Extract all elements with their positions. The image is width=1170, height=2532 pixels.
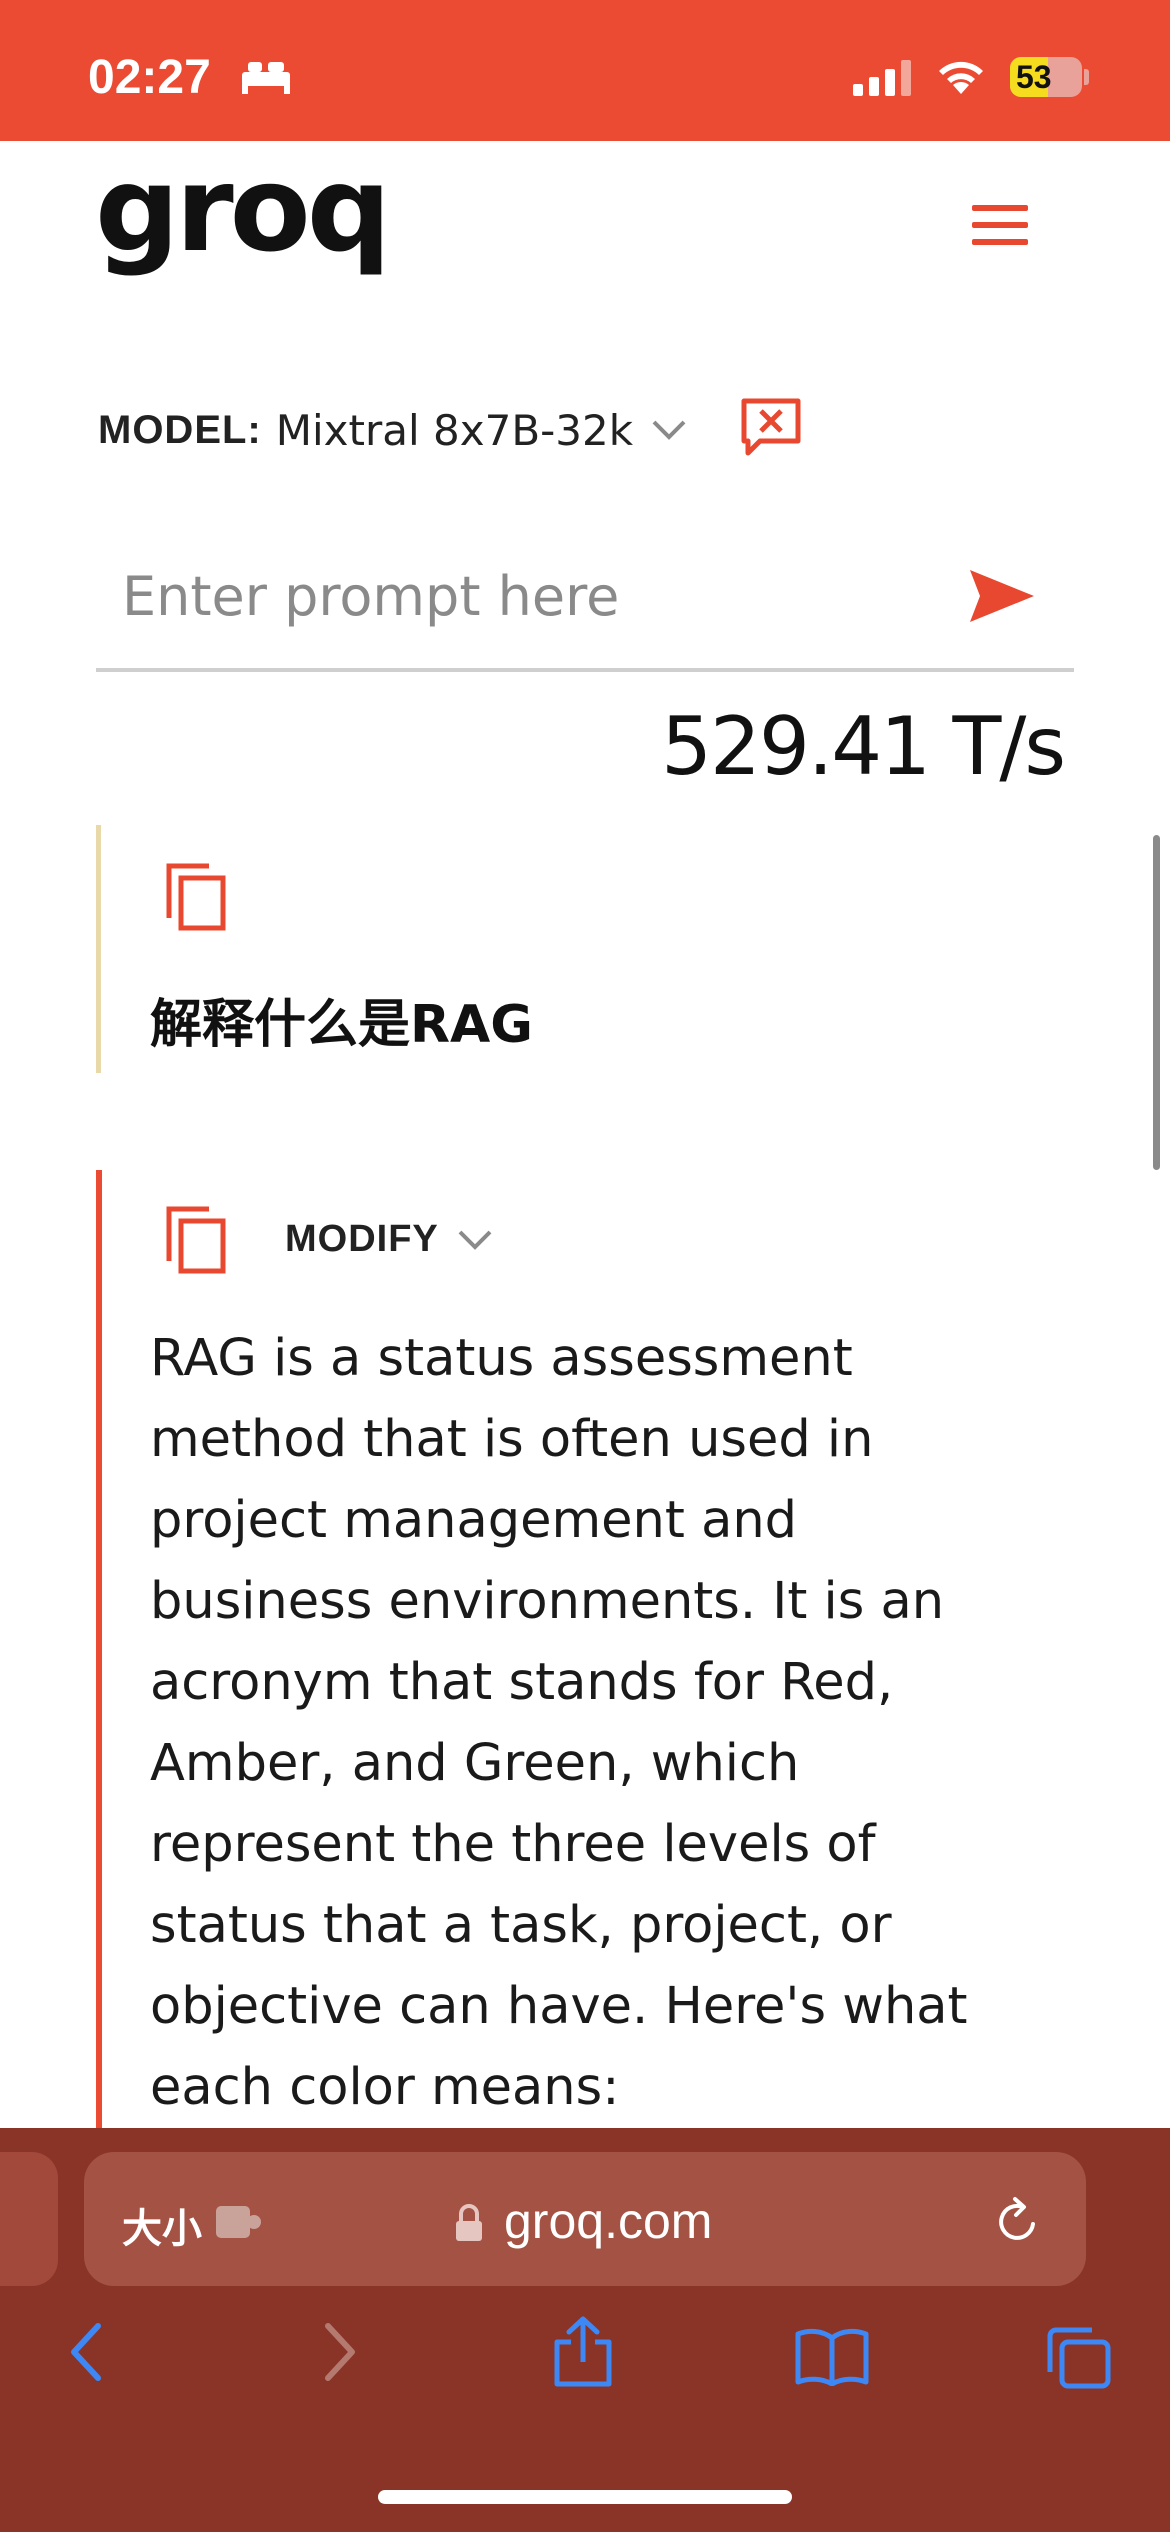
sleep-focus-icon <box>242 62 290 94</box>
send-icon[interactable] <box>968 566 1036 626</box>
menu-line <box>972 222 1028 228</box>
extension-icon[interactable] <box>214 2202 264 2242</box>
clear-chat-icon[interactable] <box>740 397 802 459</box>
status-time: 02:27 <box>88 51 211 104</box>
previous-tab-preview[interactable] <box>0 2152 58 2286</box>
user-message-text: 解释什么是RAG <box>150 995 533 1055</box>
model-label: MODEL: <box>98 407 262 452</box>
chevron-down-icon <box>652 420 686 440</box>
response-text: RAG is a status assessment method that i… <box>150 1329 968 2117</box>
user-message-accent <box>96 825 101 1073</box>
model-value: Mixtral 8x7B-32k <box>275 405 634 455</box>
home-indicator[interactable] <box>378 2490 792 2504</box>
scrollbar[interactable] <box>1153 835 1160 1170</box>
forward-icon[interactable] <box>320 2320 360 2384</box>
reload-icon[interactable] <box>993 2194 1043 2246</box>
model-selector[interactable]: MODEL: Mixtral 8x7B-32k <box>98 400 687 460</box>
back-icon[interactable] <box>66 2320 106 2384</box>
battery-indicator: 53 <box>1010 57 1082 97</box>
cellular-signal-icon <box>853 60 911 96</box>
bookmarks-icon[interactable] <box>794 2326 870 2386</box>
prompt-underline <box>96 668 1074 672</box>
url-text[interactable]: groq.com <box>504 2192 712 2250</box>
prompt-input[interactable] <box>96 555 1004 637</box>
battery-tip <box>1084 69 1089 85</box>
hamburger-menu-icon[interactable] <box>972 205 1028 245</box>
chevron-down-icon <box>458 1230 492 1250</box>
copy-icon[interactable] <box>165 862 227 932</box>
modify-dropdown[interactable]: MODIFY <box>285 1218 493 1261</box>
groq-logo[interactable]: groq <box>95 150 391 268</box>
tokens-per-second: 529.41 T/s <box>661 700 1066 793</box>
battery-level: 53 <box>1016 59 1052 95</box>
copy-icon[interactable] <box>165 1205 227 1275</box>
modify-label: MODIFY <box>285 1218 439 1260</box>
lock-icon <box>456 2204 482 2241</box>
status-bar: 02:27 53 <box>0 0 1170 141</box>
wifi-icon <box>939 61 983 94</box>
menu-line <box>972 239 1028 245</box>
tabs-icon[interactable] <box>1044 2326 1114 2392</box>
share-icon[interactable] <box>551 2316 615 2388</box>
response-accent <box>96 1170 102 2130</box>
menu-line <box>972 205 1028 211</box>
text-size-button[interactable]: 大小 <box>122 2196 202 2254</box>
